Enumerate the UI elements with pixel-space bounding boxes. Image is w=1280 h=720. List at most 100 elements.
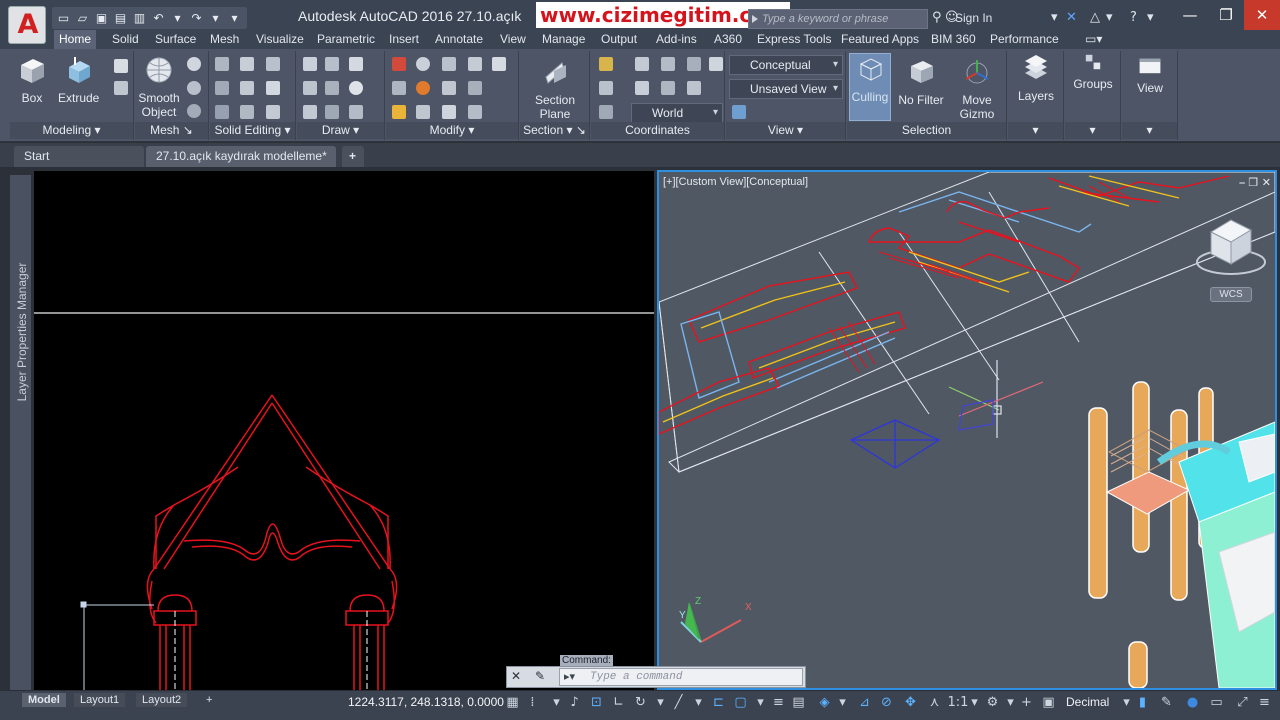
extrude-faces-icon[interactable] (266, 81, 280, 95)
binoculars-icon[interactable]: ⚲ (932, 9, 942, 27)
tab-home[interactable]: Home (54, 30, 97, 49)
dynamic-ucs-icon[interactable]: ⊿ (856, 694, 873, 712)
save-as-icon[interactable]: ▤ (112, 10, 129, 27)
clean-screen-icon[interactable]: ▭ (1208, 694, 1225, 712)
polygon-icon[interactable] (303, 105, 317, 119)
customize-icon[interactable]: ✎ (535, 669, 545, 683)
customize-qat-icon[interactable]: ▾ (226, 10, 243, 27)
tab-layout1[interactable]: Layout1 (74, 693, 126, 707)
ortho-icon[interactable]: ∟ (610, 694, 627, 712)
mesh-refine-icon[interactable] (187, 104, 201, 118)
presspull-icon[interactable] (114, 81, 128, 95)
ucs-world-dropdown[interactable]: World (631, 103, 723, 123)
add-layout-button[interactable]: + (200, 693, 218, 707)
polar-dropdown-icon[interactable]: ▾ (652, 694, 669, 712)
layers-button[interactable]: Layers (1012, 53, 1060, 103)
fillet-edge-icon[interactable] (266, 105, 280, 119)
object-snap-icon[interactable]: ⊏ (710, 694, 727, 712)
section-panel-title[interactable]: Section ▾ ↘ (520, 122, 589, 139)
ucs-face-icon[interactable] (661, 81, 675, 95)
box-button[interactable]: Box (14, 55, 50, 105)
model-space-icon[interactable]: ▦ (504, 694, 521, 712)
union-icon[interactable] (215, 57, 229, 71)
align-icon[interactable] (468, 57, 482, 71)
tab-bim-360[interactable]: BIM 360 (926, 30, 981, 49)
ucs-named-icon[interactable] (599, 105, 613, 119)
dynamic-input-icon[interactable]: ⊡ (588, 694, 605, 712)
tab-express-tools[interactable]: Express Tools (752, 30, 836, 49)
erase-icon[interactable] (392, 81, 406, 95)
mesh-panel-title[interactable]: Mesh ↘ (135, 122, 208, 139)
coordinates-panel-title[interactable]: Coordinates (591, 122, 724, 139)
ucs-origin-icon[interactable] (635, 57, 649, 71)
extrude-button[interactable]: Extrude (58, 55, 99, 105)
tab-model[interactable]: Model (22, 693, 66, 707)
ucs-y-icon[interactable] (687, 57, 701, 71)
isolate-objects-icon[interactable]: ✎ (1158, 694, 1175, 712)
annotation-monitor-icon[interactable]: + (1018, 694, 1035, 712)
revolve-icon[interactable] (114, 59, 128, 73)
viewport-config-icon[interactable] (732, 105, 746, 119)
spline-icon[interactable] (303, 81, 317, 95)
ucs-3point-icon[interactable] (687, 81, 701, 95)
selection-panel-title[interactable]: Selection (847, 122, 1006, 139)
application-menu-button[interactable]: A (8, 6, 46, 44)
undo-dropdown-icon[interactable]: ▾ (169, 10, 186, 27)
culling-button[interactable]: Culling (849, 53, 891, 121)
groups-panel-expand[interactable]: ▾ (1065, 122, 1120, 139)
rectangle-icon[interactable] (325, 105, 339, 119)
tab-add-ins[interactable]: Add-ins (651, 30, 702, 49)
solid-editing-panel-title[interactable]: Solid Editing ▾ (210, 122, 295, 139)
tab-surface[interactable]: Surface (150, 30, 201, 49)
move-3d-icon[interactable] (442, 57, 456, 71)
viewport-right[interactable]: X Z Y [+][Custom View][Conceptual] ⎯ ❐ ✕… (657, 170, 1277, 690)
move-icon[interactable] (416, 57, 430, 71)
saved-view-dropdown[interactable]: Unsaved View (729, 79, 843, 99)
exchange-apps-icon[interactable]: ✕ (1066, 9, 1077, 27)
a360-icon[interactable]: △ (1090, 9, 1100, 27)
transparency-icon[interactable]: ▤ (790, 694, 807, 712)
tab-manage[interactable]: Manage (537, 30, 590, 49)
fillet-icon[interactable] (468, 81, 482, 95)
a360-dropdown-icon[interactable]: ▾ (1106, 9, 1113, 27)
selection-filter-icon[interactable]: ⊘ (878, 694, 895, 712)
ucs-view-icon[interactable] (599, 81, 613, 95)
separate-icon[interactable] (266, 57, 280, 71)
sign-in-dropdown-icon[interactable]: ▾ (1051, 9, 1058, 27)
tab-output[interactable]: Output (596, 30, 642, 49)
close-button[interactable]: ✕ (1244, 0, 1280, 30)
print-icon[interactable]: ▥ (131, 10, 148, 27)
shell-icon[interactable] (240, 105, 254, 119)
minimize-button[interactable]: — (1172, 0, 1208, 30)
hardware-acceleration-icon[interactable]: ● (1184, 694, 1201, 712)
units-dropdown-icon[interactable]: ▾ (1118, 694, 1135, 712)
helix-icon[interactable] (325, 57, 339, 71)
lock-ui-icon[interactable]: ▮ (1134, 694, 1151, 712)
tab-visualize[interactable]: Visualize (251, 30, 309, 49)
tab-mesh[interactable]: Mesh (205, 30, 244, 49)
tab-parametric[interactable]: Parametric (312, 30, 380, 49)
annotation-scale-dropdown-icon[interactable]: ▾ (966, 694, 983, 712)
extract-edges-icon[interactable] (240, 57, 254, 71)
selection-cycling-dropdown-icon[interactable]: ▾ (834, 694, 851, 712)
move-gizmo-button[interactable]: Move Gizmo (951, 57, 1003, 121)
search-input[interactable]: Type a keyword or phrase (748, 9, 928, 29)
intersect-icon[interactable] (215, 105, 229, 119)
units-display[interactable]: Decimal (1066, 695, 1109, 709)
help-icon[interactable]: ? (1130, 9, 1137, 27)
tab-start[interactable]: Start (14, 146, 144, 167)
workspace-gear-icon[interactable]: ⚙ (984, 694, 1001, 712)
undo-icon[interactable]: ↶ (150, 10, 167, 27)
sign-in-button[interactable]: Sign In (955, 9, 992, 27)
new-file-icon[interactable]: ▭ (55, 10, 72, 27)
mesh-smooth-more-icon[interactable] (187, 57, 201, 71)
tab-view[interactable]: View (495, 30, 531, 49)
rotate-icon[interactable] (416, 81, 430, 95)
new-tab-button[interactable]: + (342, 146, 364, 167)
snap-dropdown-icon[interactable]: ▾ (548, 694, 565, 712)
selection-cycling-icon[interactable]: ◈ (816, 694, 833, 712)
save-icon[interactable]: ▣ (93, 10, 110, 27)
tab-layout2[interactable]: Layout2 (136, 693, 188, 707)
modeling-panel-title[interactable]: Modeling ▾ (10, 122, 133, 139)
mesh-smooth-less-icon[interactable] (187, 81, 201, 95)
